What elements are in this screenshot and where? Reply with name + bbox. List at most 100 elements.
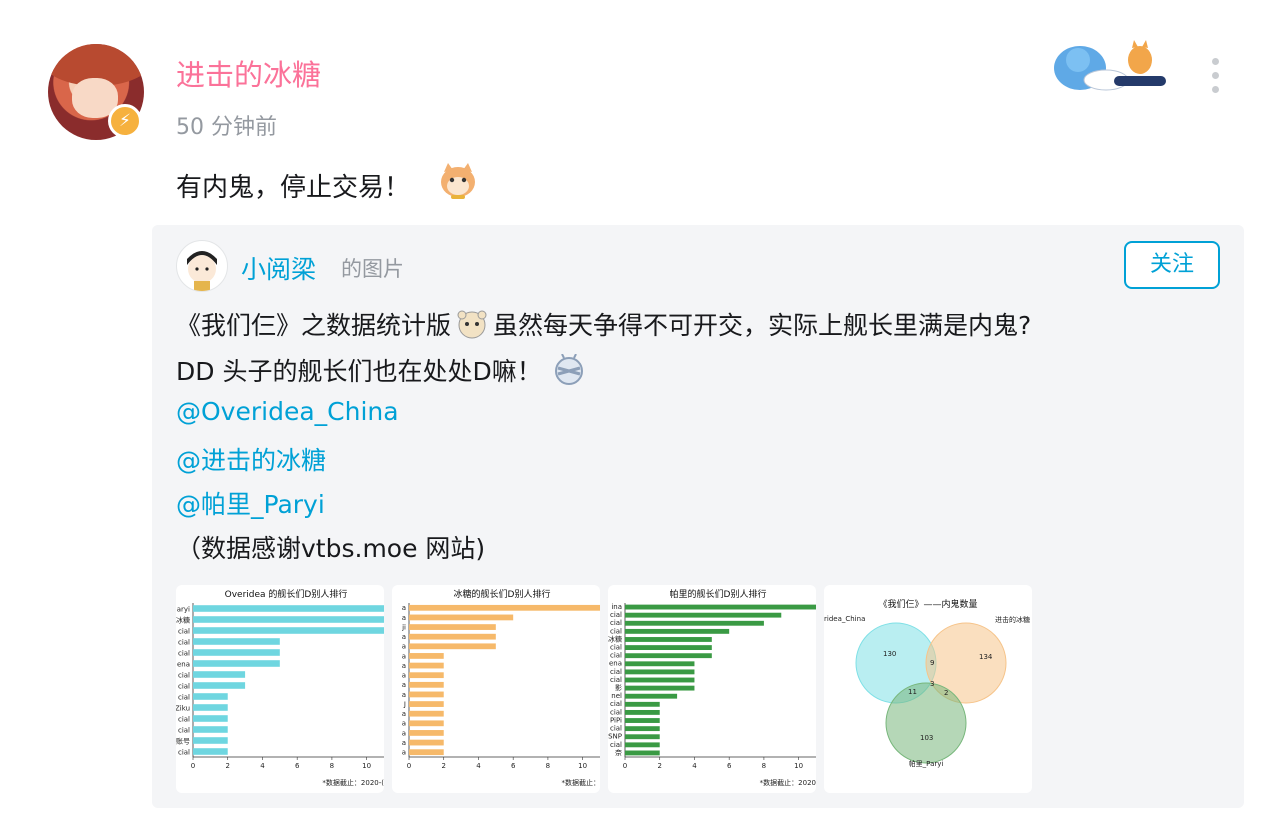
x-tick-label: 10 — [794, 762, 803, 770]
bar — [409, 633, 496, 640]
bar — [409, 749, 444, 756]
bar — [625, 693, 678, 699]
category-label: 奈 — [615, 748, 622, 757]
bar-chart-overidea: Overidea 的舰长们D别人排行 aryi 冰糖 cial cial cial ena c… — [176, 588, 384, 787]
bar — [193, 737, 228, 744]
category-label: nel — [611, 692, 622, 700]
category-label: Ziku — [176, 704, 190, 712]
bar — [625, 685, 695, 691]
category-label: a — [402, 652, 406, 660]
bar — [409, 710, 444, 717]
category-label: PiPi — [610, 716, 622, 724]
bar — [409, 691, 444, 698]
bar — [193, 715, 228, 722]
bar — [625, 637, 712, 642]
x-tick-label: 0 — [191, 762, 195, 770]
category-label: cial — [178, 693, 190, 701]
x-tick-label: 10 — [362, 762, 371, 770]
image-thumbnail-4[interactable]: 《我们仨》——内鬼数量 ridea_China 进击的冰糖 帕里_Paryi 130 13… — [824, 585, 1032, 793]
repost-text-line2: DD 头子的舰长们也在处处D嘛！ — [176, 352, 588, 388]
category-label: a — [402, 614, 406, 622]
author-name[interactable]: 进击的冰糖 — [176, 52, 321, 94]
category-label: ena — [609, 660, 622, 668]
bar — [625, 653, 712, 659]
image-thumbnail-1[interactable]: Overidea 的舰长们D别人排行 aryi 冰糖 cial cial cial ena c… — [176, 585, 384, 793]
date-note: *数据截止：2020 — [760, 778, 816, 787]
chart-title: Overidea 的舰长们D别人排行 — [225, 588, 348, 600]
bar — [625, 701, 660, 707]
image-thumbnail-2[interactable]: 冰糖的舰长们D别人排行 a a ji a a a a a a a Ja a a a a 0 2 4 6 8 10 *数据截止… — [392, 585, 600, 793]
content-type-label: 的图片 — [341, 257, 404, 281]
bar — [625, 734, 660, 740]
region-count: 130 — [883, 650, 896, 658]
bar — [625, 718, 660, 723]
repost-text-part3: DD 头子的舰长们也在处处D嘛！ — [176, 357, 542, 386]
category-label: a — [402, 729, 406, 737]
set-label: 进击的冰糖 — [995, 615, 1030, 624]
x-tick-label: 4 — [692, 762, 697, 770]
venn-circle — [885, 682, 967, 764]
region-count: 2 — [944, 689, 948, 697]
bar — [625, 750, 660, 756]
category-label: a — [402, 672, 406, 680]
chart-title: 帕里的舰长们D别人排行 — [670, 588, 767, 600]
category-label: cial — [178, 627, 190, 635]
x-tick-label: 2 — [441, 762, 445, 770]
category-label: a — [402, 749, 406, 757]
post-text: 有内鬼，停止交易！ — [176, 173, 411, 203]
bar — [625, 612, 782, 618]
mention-paryi[interactable]: @帕里_Paryi — [176, 485, 325, 521]
category-label: cial — [178, 748, 190, 756]
x-tick-label: 4 — [260, 762, 265, 770]
bar — [193, 638, 280, 645]
x-tick-label: 6 — [295, 762, 300, 770]
follow-button[interactable]: 关注 — [1124, 241, 1220, 289]
bar — [625, 645, 712, 651]
chart-title: 《我们仨》——内鬼数量 — [878, 598, 977, 610]
bar-chart-bingtang: 冰糖的舰长们D别人排行aajiaaaaaaaJaaaaa0 2 4 6 8 10*数据截止… — [401, 588, 600, 787]
bar — [193, 660, 280, 667]
category-label: cial — [610, 627, 622, 635]
original-author-avatar[interactable] — [176, 240, 228, 292]
mention-bingtang[interactable]: @进击的冰糖 — [176, 441, 326, 477]
bar — [409, 643, 496, 650]
bar — [409, 653, 444, 659]
category-label: a — [402, 681, 406, 689]
x-tick-label: 2 — [225, 762, 229, 770]
bar — [625, 742, 660, 748]
chart-title: 冰糖的舰长们D别人排行 — [454, 588, 551, 600]
bar — [409, 720, 444, 727]
bar — [625, 669, 695, 675]
category-label: a — [402, 643, 406, 651]
category-label: 冰糖 — [176, 615, 190, 624]
bar — [193, 693, 228, 700]
category-label: J — [403, 700, 406, 708]
bar — [409, 681, 444, 688]
repost-text-part2: 虽然每天争得不可开交，实际上舰长里满是内鬼? — [493, 311, 1032, 340]
x-tick-label: 6 — [511, 762, 516, 770]
category-label: a — [402, 720, 406, 728]
image-thumbnail-3[interactable]: 帕里的舰长们D别人排行 ina cial cial cial 冰糖 cial cial ena c… — [608, 585, 816, 793]
category-label: a — [402, 710, 406, 718]
category-label: 冰糖 — [608, 634, 622, 643]
x-tick-label: 6 — [727, 762, 732, 770]
repost-text-part1: 《我们仨》之数据统计版 — [176, 311, 452, 340]
bar — [409, 604, 600, 611]
repost-text-line1: 《我们仨》之数据统计版 虽然每天争得不可开交，实际上舰长里满是内鬼? — [176, 306, 1031, 342]
category-label: a — [402, 604, 406, 612]
category-label: cial — [610, 741, 622, 749]
post-time[interactable]: 50 分钟前 — [176, 109, 277, 141]
bar — [193, 671, 246, 678]
more-vertical-icon[interactable] — [1206, 58, 1224, 98]
category-label: 影 — [615, 683, 622, 692]
date-note: *数据截止：2020-( — [322, 778, 384, 787]
category-label: cial — [610, 676, 622, 684]
bar — [409, 701, 444, 707]
original-author-name[interactable]: 小阅梁 — [241, 250, 316, 286]
x-tick-label: 8 — [546, 762, 550, 770]
category-label: 账号 — [176, 736, 190, 745]
mention-overidea[interactable]: @Overidea_China — [176, 397, 399, 426]
category-label: cial — [610, 644, 622, 652]
category-label: cial — [610, 700, 622, 708]
region-count: 103 — [920, 734, 933, 742]
